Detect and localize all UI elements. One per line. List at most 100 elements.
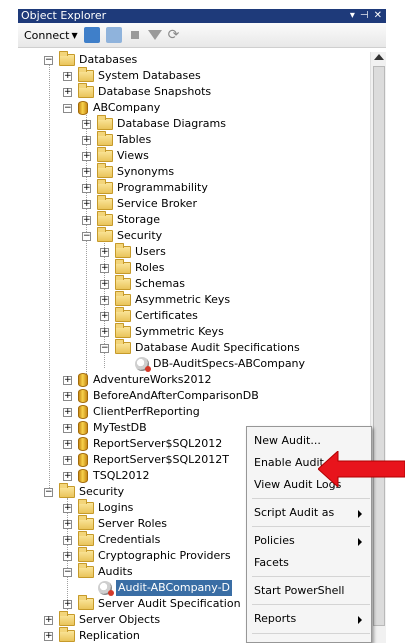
tree-node-credentials[interactable]: + Credentials	[63, 531, 160, 548]
expand-icon[interactable]: +	[63, 407, 72, 417]
close-icon[interactable]: ✕	[374, 9, 382, 23]
expand-icon[interactable]: +	[63, 71, 72, 81]
tree-node-roles[interactable]: + Roles	[100, 259, 164, 276]
menu-item-new-audit[interactable]: New Audit...	[254, 430, 370, 452]
tree-node-mytestdb[interactable]: + MyTestDB	[63, 420, 147, 436]
collapse-icon[interactable]: −	[82, 231, 91, 241]
connect-object-explorer-icon[interactable]	[83, 27, 100, 43]
tree-node-symmetric-keys[interactable]: + Symmetric Keys	[100, 323, 224, 340]
expand-icon[interactable]: +	[82, 119, 91, 129]
stop-icon[interactable]	[130, 31, 139, 39]
tree-node-views[interactable]: + Views	[82, 147, 149, 164]
chevron-down-icon: ▼	[71, 30, 78, 40]
expand-icon[interactable]: +	[63, 471, 72, 481]
tree-node-db-auditspecs-abcompany[interactable]: DB-AuditSpecs-ABCompany	[135, 356, 305, 372]
expand-icon[interactable]: +	[82, 135, 91, 145]
expand-icon[interactable]: +	[63, 391, 72, 401]
connect-dropdown-button[interactable]: Connect ▼	[24, 29, 78, 42]
folder-icon	[78, 499, 94, 514]
tree-node-synonyms[interactable]: + Synonyms	[82, 163, 174, 180]
tree-node-abcompany[interactable]: − ABCompany	[63, 100, 160, 116]
expand-icon[interactable]: +	[63, 423, 72, 433]
collapse-icon[interactable]: −	[63, 103, 72, 113]
auto-hide-pin-icon[interactable]: ⊣	[360, 9, 369, 23]
tree-node-schemas[interactable]: + Schemas	[100, 275, 185, 292]
tree-node-programmability[interactable]: + Programmability	[82, 179, 208, 196]
tree-node-server-audit-specifications[interactable]: + Server Audit Specification	[63, 595, 241, 612]
vertical-scrollbar[interactable]	[370, 52, 386, 643]
tree-node-service-broker[interactable]: + Service Broker	[82, 195, 197, 212]
filter-icon[interactable]	[147, 30, 162, 40]
menu-item-facets[interactable]: Facets	[254, 552, 370, 574]
expand-icon[interactable]: +	[63, 599, 72, 609]
expand-icon[interactable]: +	[100, 263, 109, 273]
folder-icon	[78, 547, 94, 562]
expand-icon[interactable]: +	[44, 631, 53, 641]
expand-icon[interactable]: +	[44, 615, 53, 625]
tree-node-server-objects[interactable]: + Server Objects	[44, 611, 161, 628]
menu-item-policies[interactable]: Policies	[254, 530, 370, 552]
expand-icon[interactable]: +	[63, 535, 72, 545]
disconnect-icon[interactable]	[105, 27, 122, 43]
tree-node-clientperfreporting[interactable]: + ClientPerfReporting	[63, 404, 200, 420]
collapse-icon[interactable]: −	[44, 55, 53, 65]
folder-icon	[97, 211, 113, 226]
refresh-icon[interactable]: ⟳	[168, 27, 184, 43]
tree-node-tsql2012[interactable]: + TSQL2012	[63, 468, 149, 484]
scroll-up-icon[interactable]	[374, 54, 384, 60]
tree-node-label: Security	[79, 485, 125, 498]
tree-node-users[interactable]: + Users	[100, 243, 166, 260]
expand-icon[interactable]: +	[63, 375, 72, 385]
tree-node-adventureworks2012[interactable]: + AdventureWorks2012	[63, 372, 211, 388]
expand-icon[interactable]: +	[100, 327, 109, 337]
scrollbar-thumb[interactable]	[373, 66, 385, 626]
tree-node-database-audit-specifications[interactable]: − Database Audit Specifications	[100, 339, 300, 356]
tree-node-beforeandaftercomparisondb[interactable]: + BeforeAndAfterComparisonDB	[63, 388, 259, 404]
expand-icon[interactable]: +	[100, 279, 109, 289]
window-position-dropdown-icon[interactable]: ▾	[350, 9, 355, 23]
folder-icon	[59, 51, 75, 66]
expand-icon[interactable]: +	[63, 519, 72, 529]
tree-node-replication[interactable]: + Replication	[44, 627, 140, 643]
collapse-icon[interactable]: −	[63, 567, 72, 577]
tree-node-reportserver-sql2012[interactable]: + ReportServer$SQL2012	[63, 436, 222, 452]
expand-icon[interactable]: +	[63, 551, 72, 561]
collapse-icon[interactable]: −	[44, 487, 53, 497]
expand-icon[interactable]: +	[63, 439, 72, 449]
tree-node-security-server[interactable]: − Security	[44, 483, 125, 500]
expand-icon[interactable]: +	[82, 151, 91, 161]
expand-icon[interactable]: +	[82, 183, 91, 193]
menu-item-script-audit-as[interactable]: Script Audit as	[254, 502, 370, 524]
tree-node-cryptographic-providers[interactable]: + Cryptographic Providers	[63, 547, 231, 564]
expand-icon[interactable]: +	[82, 167, 91, 177]
expand-icon[interactable]: +	[63, 503, 72, 513]
tree-node-audit-abcompany[interactable]: Audit-ABCompany-D	[98, 580, 233, 596]
tree-node-database-snapshots[interactable]: + Database Snapshots	[63, 83, 211, 100]
tree-node-logins[interactable]: + Logins	[63, 499, 134, 516]
tree-node-databases[interactable]: − Databases	[44, 51, 137, 68]
tree-node-reportserver-sql2012t[interactable]: + ReportServer$SQL2012T	[63, 452, 229, 468]
menu-item-label: Enable Audit	[254, 456, 324, 469]
expand-icon[interactable]: +	[82, 199, 91, 209]
tree-node-server-roles[interactable]: + Server Roles	[63, 515, 167, 532]
tree-node-storage[interactable]: + Storage	[82, 211, 160, 228]
tree-node-certificates[interactable]: + Certificates	[100, 307, 198, 324]
tree-node-label: Server Objects	[79, 613, 161, 626]
expand-icon[interactable]: +	[100, 295, 109, 305]
tree-node-tables[interactable]: + Tables	[82, 131, 151, 148]
expand-icon[interactable]: +	[100, 311, 109, 321]
menu-item-start-powershell[interactable]: Start PowerShell	[254, 580, 370, 602]
expand-icon[interactable]: +	[100, 247, 109, 257]
expand-icon[interactable]: +	[82, 215, 91, 225]
tree-node-system-databases[interactable]: + System Databases	[63, 67, 201, 84]
tree-node-asymmetric-keys[interactable]: + Asymmetric Keys	[100, 291, 230, 308]
tree-node-security-db[interactable]: − Security	[82, 227, 162, 244]
tree-node-audits[interactable]: − Audits	[63, 563, 133, 580]
menu-item-reports[interactable]: Reports	[254, 608, 370, 630]
expand-icon[interactable]: +	[63, 455, 72, 465]
tree-node-database-diagrams[interactable]: + Database Diagrams	[82, 115, 226, 132]
expand-icon[interactable]: +	[63, 87, 72, 97]
collapse-icon[interactable]: −	[100, 343, 109, 353]
database-icon	[78, 421, 88, 435]
tree-node-label: Logins	[98, 501, 134, 514]
